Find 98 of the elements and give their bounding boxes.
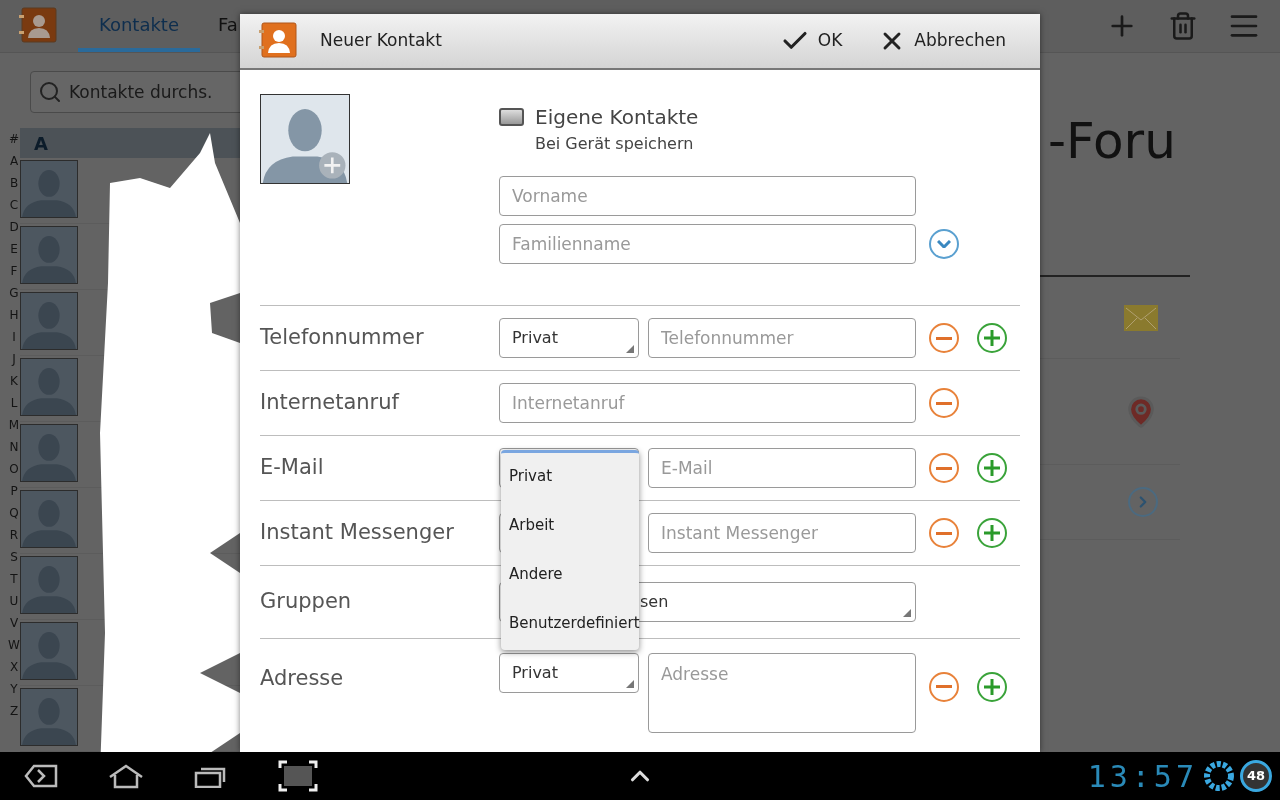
contact-avatar [20,226,78,284]
add-button[interactable] [977,518,1007,548]
field-label: Adresse [260,665,345,692]
text-field[interactable]: Vorname [499,176,916,216]
battery-indicator: 48 [1240,760,1272,792]
index-letter[interactable]: M [8,414,20,436]
text-field[interactable]: Familienname [499,224,916,264]
contact-avatar [20,292,78,350]
cancel-button[interactable]: Abbrechen [860,14,1024,68]
search-icon [38,80,62,104]
field-label: E-Mail [260,454,325,482]
trash-icon[interactable] [1168,11,1198,41]
index-letter[interactable]: X [9,656,19,678]
contact-avatar [20,622,78,680]
back-icon[interactable] [24,764,58,788]
index-letter[interactable]: W [8,634,20,656]
index-letter[interactable]: # [8,128,20,150]
chevron-down-icon [937,240,951,248]
remove-button[interactable] [929,388,959,418]
plus-icon [984,460,1000,476]
expand-button[interactable] [929,229,959,259]
envelope-icon [1124,304,1158,331]
contact-avatar [20,160,78,218]
minus-icon [936,531,952,535]
remove-button[interactable] [929,323,959,353]
minus-icon [936,336,952,340]
tab[interactable]: Fa [218,0,238,52]
index-letter[interactable]: L [10,392,18,414]
contact-avatar [20,358,78,416]
contact-avatar [20,688,78,746]
dropdown-option[interactable]: Andere [509,565,563,583]
index-letter[interactable]: H [9,304,19,326]
index-letter[interactable]: P [10,480,18,502]
index-letter[interactable]: Q [9,502,19,524]
screenshot-icon[interactable] [278,760,318,792]
status-ring-icon [1202,759,1236,793]
section-header: A [20,128,240,158]
contact-avatar [20,556,78,614]
field-label: Telefonnummer [260,324,425,352]
contact-avatar [20,424,78,482]
index-letter[interactable]: Z [9,700,19,722]
text-field[interactable]: Internetanruf [499,383,916,423]
minus-icon [936,466,952,470]
add-button[interactable] [977,671,1007,702]
detail-title: -Foru [1048,111,1177,171]
dropdown-arrow-icon [626,680,634,688]
address-field[interactable]: Adresse [648,653,916,733]
type-select[interactable]: Privat [499,653,639,693]
index-letter[interactable]: D [9,216,19,238]
index-letter[interactable]: S [10,546,18,568]
plus-icon [984,330,1000,346]
add-button[interactable] [977,323,1007,353]
index-letter[interactable]: F [10,260,18,282]
account-name: Eigene Kontakte [535,104,699,131]
clock: 13:57 [1087,757,1198,796]
field-label: Gruppen [260,588,353,616]
dropdown-option[interactable]: Arbeit [509,516,555,534]
index-letter[interactable]: Y [10,678,18,700]
remove-button[interactable] [929,453,959,483]
remove-button[interactable] [929,518,959,548]
index-letter[interactable]: U [9,590,19,612]
contact-avatar [20,490,78,548]
add-button[interactable] [977,453,1007,483]
index-letter[interactable]: V [9,612,19,634]
type-select[interactable]: Privat [499,318,639,358]
contacts-app-icon [258,22,298,60]
dropdown-arrow-icon [903,609,911,617]
text-field[interactable]: Instant Messenger [648,513,916,553]
field-label: Internetanruf [260,389,401,417]
plus-icon [984,678,1000,695]
index-letter[interactable]: N [9,436,19,458]
tab[interactable]: Kontakte [78,0,200,52]
account-subtitle: Bei Gerät speichern [535,133,695,155]
index-letter[interactable]: T [10,568,18,590]
index-letter[interactable]: G [9,282,19,304]
photo-placeholder[interactable] [260,94,350,184]
home-icon[interactable] [108,763,144,789]
contacts-app-icon [18,7,58,45]
dialog-title: Neuer Kontakt [320,29,442,53]
text-field[interactable]: Telefonnummer [648,318,916,358]
index-letter[interactable]: J [12,348,16,370]
dropdown-option[interactable]: Privat [509,467,553,485]
index-letter[interactable]: R [9,524,19,546]
field-label: Instant Messenger [260,519,455,547]
index-letter[interactable]: K [10,370,18,392]
text-field[interactable]: E-Mail [648,448,916,488]
index-letter[interactable]: E [10,238,18,260]
ok-button[interactable]: OK [761,14,861,68]
index-letter[interactable]: B [9,172,19,194]
index-letter[interactable]: O [9,458,19,480]
minus-icon [936,401,952,405]
index-letter[interactable]: C [9,194,19,216]
plus-icon [984,525,1000,541]
index-letter[interactable]: A [9,150,19,172]
device-icon [499,108,524,126]
remove-button[interactable] [929,671,959,702]
dropdown-arrow-icon [626,345,634,353]
minus-icon [936,685,952,688]
